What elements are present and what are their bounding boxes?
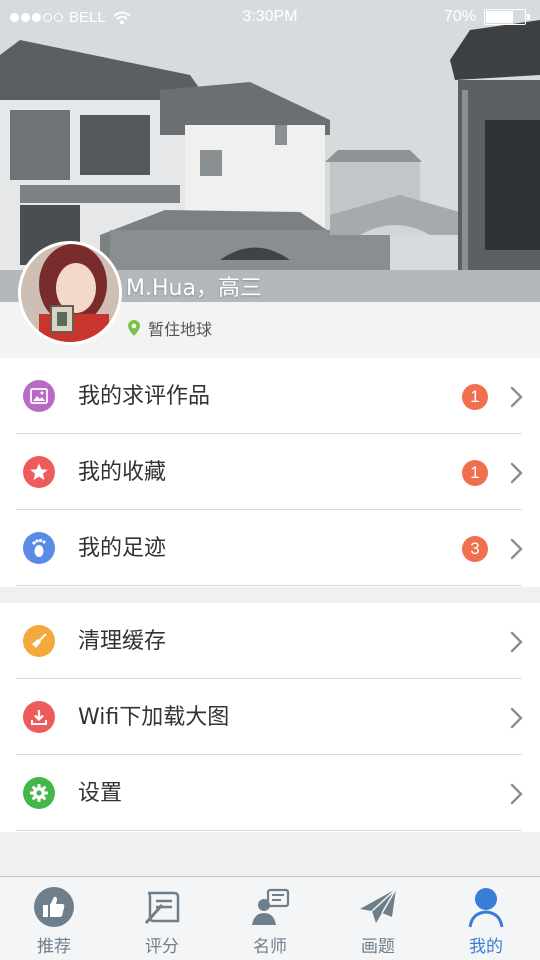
person-icon (468, 888, 504, 928)
bottom-tab-bar: 推荐 评分 名师 画题 我的 (0, 876, 540, 960)
user-location: 暂住地球 (128, 316, 212, 340)
tab-score[interactable]: 评分 (108, 877, 216, 960)
user-name: M.Hua，高三 (126, 276, 262, 301)
tab-label: 推荐 (37, 937, 71, 957)
count-badge: 3 (462, 536, 488, 562)
teacher-icon (252, 888, 290, 925)
tab-label: 我的 (469, 937, 503, 957)
star-icon (23, 456, 55, 488)
tab-mine[interactable]: 我的 (432, 877, 540, 960)
menu-label: 我的求评作品 (78, 384, 211, 409)
user-avatar[interactable] (18, 241, 122, 345)
tab-label: 评分 (145, 937, 179, 957)
menu-label: 我的足迹 (78, 536, 167, 561)
tab-recommend[interactable]: 推荐 (0, 877, 108, 960)
tab-teachers[interactable]: 名师 (216, 877, 324, 960)
battery-icon (484, 9, 530, 25)
menu-item-footprints[interactable]: 我的足迹 3 (0, 510, 540, 586)
menu-item-wifi-large-images[interactable]: Wifi下加载大图 (0, 679, 540, 755)
count-badge: 1 (462, 460, 488, 486)
tab-label: 画题 (361, 937, 395, 957)
thumbs-up-icon (34, 887, 74, 927)
menu-item-settings[interactable]: 设置 (0, 755, 540, 831)
chevron-right-icon (510, 707, 523, 729)
chevron-right-icon (510, 538, 523, 560)
scroll-pen-icon (144, 891, 180, 924)
status-right: 70% (443, 8, 530, 26)
divider (16, 585, 522, 586)
menu-group-personal: 我的求评作品 1 我的收藏 1 我的足迹 3 (0, 358, 540, 587)
menu-item-my-works[interactable]: 我的求评作品 1 (0, 358, 540, 434)
divider (16, 830, 522, 831)
menu-label: Wifi下加载大图 (78, 705, 230, 730)
chevron-right-icon (510, 462, 523, 484)
menu-group-settings: 清理缓存 Wifi下加载大图 设置 (0, 603, 540, 832)
menu-label: 我的收藏 (78, 460, 167, 485)
tab-label: 名师 (253, 937, 287, 957)
map-pin-icon (128, 320, 140, 336)
status-bar: BELL 3:30PM 70% (0, 0, 540, 36)
avatar-portrait (21, 244, 119, 342)
menu-item-clear-cache[interactable]: 清理缓存 (0, 603, 540, 679)
tab-topics[interactable]: 画题 (324, 877, 432, 960)
paper-plane-icon (360, 888, 397, 923)
chevron-right-icon (510, 783, 523, 805)
download-icon (23, 701, 55, 733)
location-text: 暂住地球 (148, 320, 213, 339)
count-badge: 1 (462, 384, 488, 410)
chevron-right-icon (510, 386, 523, 408)
menu-label: 设置 (78, 781, 123, 806)
menu-item-favorites[interactable]: 我的收藏 1 (0, 434, 540, 510)
menu-label: 清理缓存 (78, 629, 167, 654)
broom-icon (23, 625, 55, 657)
chevron-right-icon (510, 631, 523, 653)
footprint-icon (23, 532, 55, 564)
gear-icon (23, 777, 55, 809)
picture-icon (23, 380, 55, 412)
battery-percentage: 70% (443, 8, 476, 25)
